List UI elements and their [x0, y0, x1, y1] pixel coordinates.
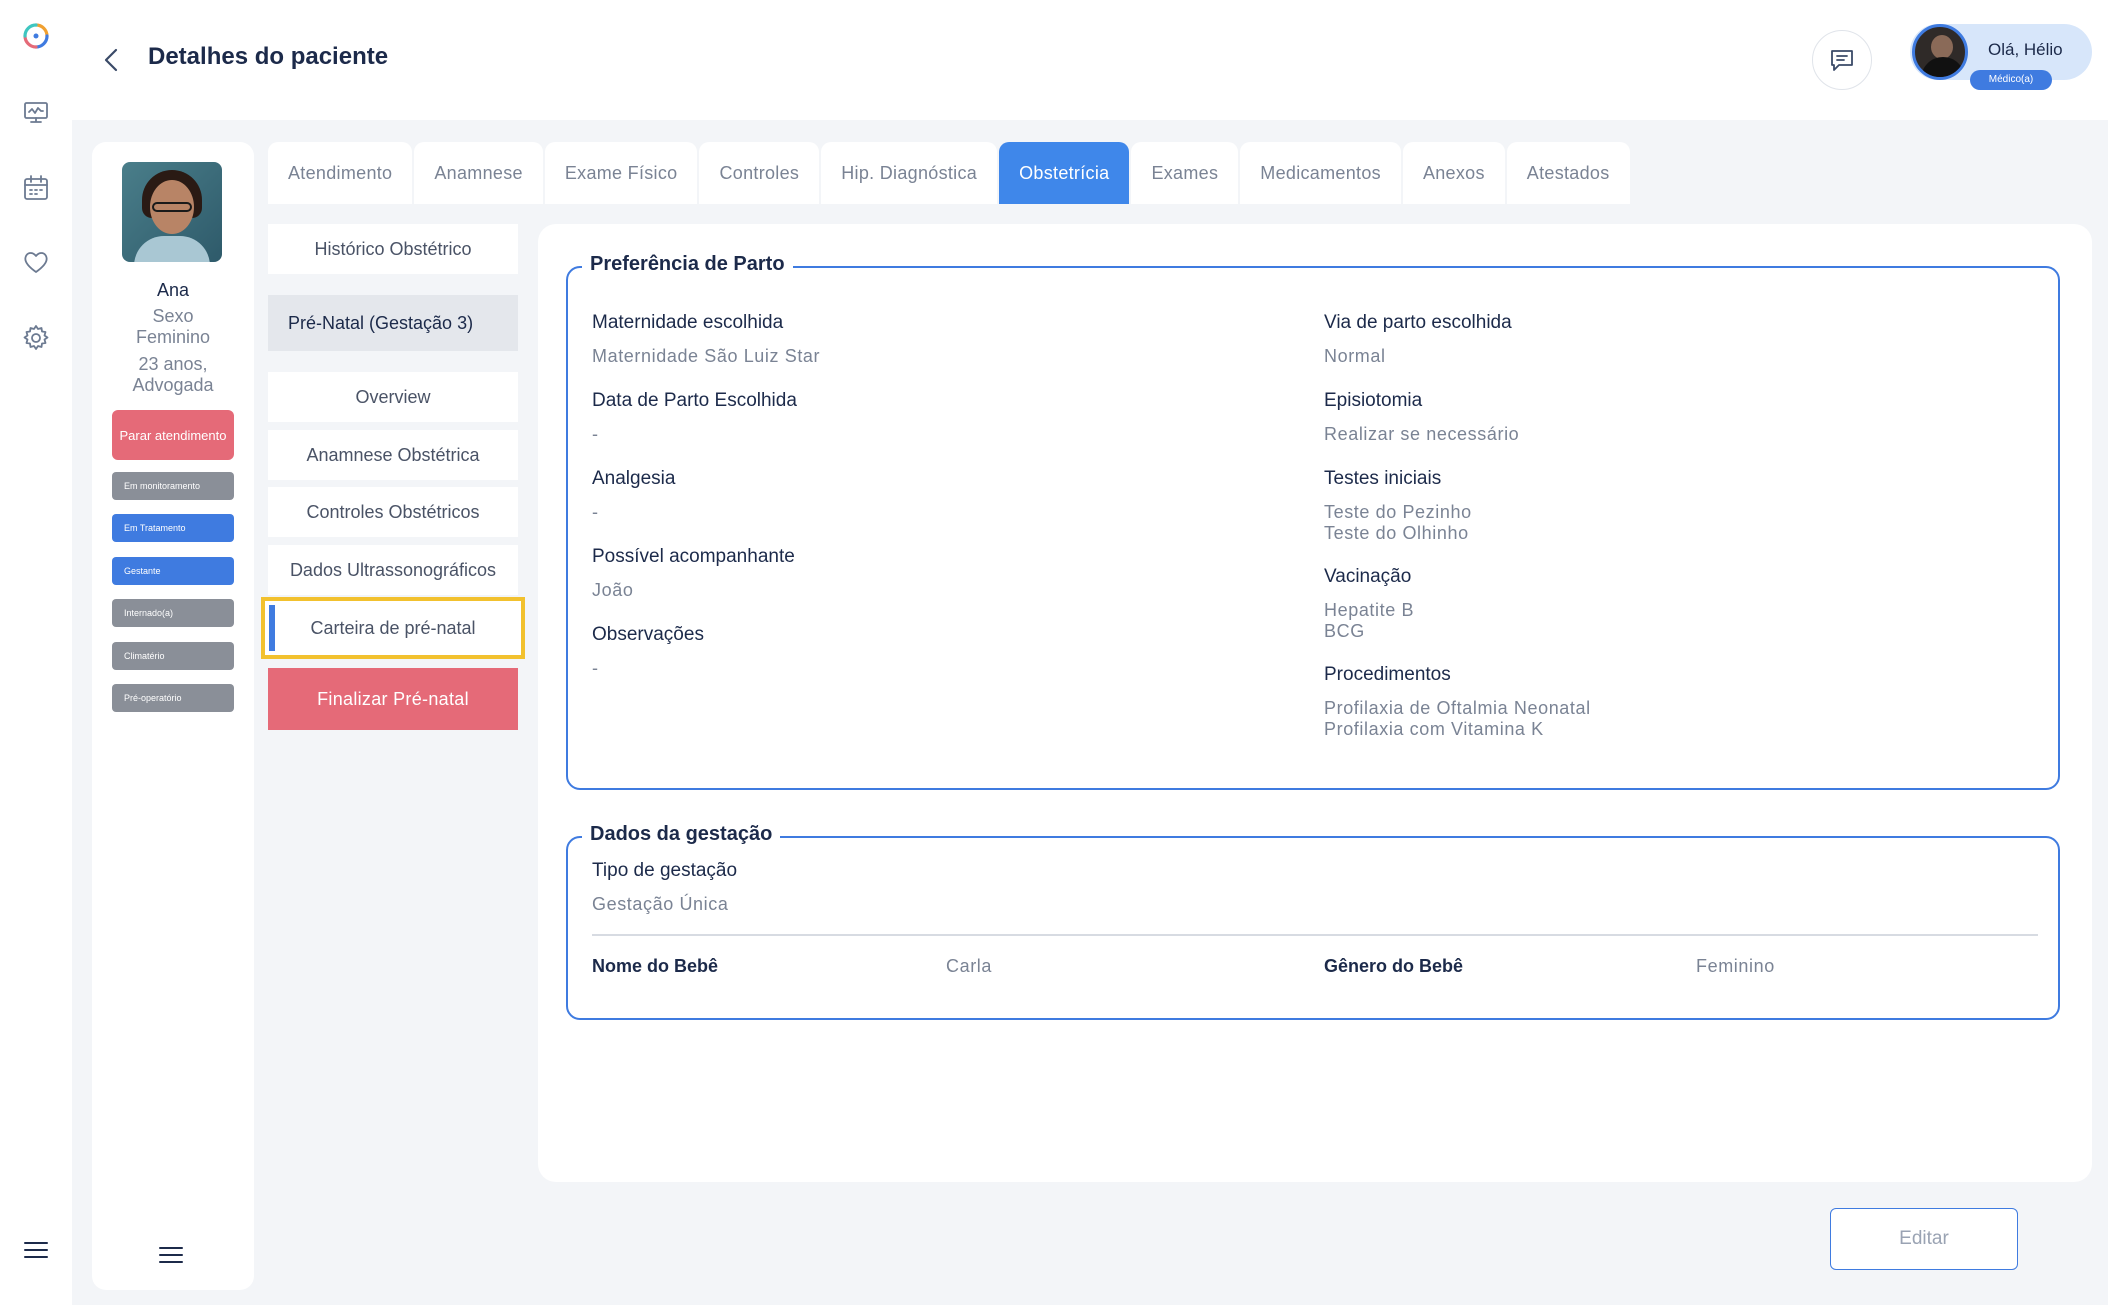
patient-name: Ana: [156, 280, 190, 300]
testes-iniciais-label: Testes iniciais: [1324, 468, 1442, 489]
patient-sex: Feminino: [135, 327, 211, 347]
genero-bebe-value: Feminino: [1696, 956, 1775, 976]
data-parto-label: Data de Parto Escolhida: [592, 390, 797, 411]
vacinacao-label: Vacinação: [1324, 566, 1412, 587]
observacoes-value: -: [592, 658, 599, 678]
tab-exames[interactable]: Exames: [1131, 142, 1239, 204]
heart-icon[interactable]: [20, 246, 52, 278]
submenu-controles-obstetricos[interactable]: Controles Obstétricos: [268, 487, 518, 537]
vacinacao-value-1: Hepatite B: [1324, 600, 1415, 620]
dados-gestacao-section: Dados da gestação Tipo de gestação Gesta…: [566, 823, 2060, 1020]
rail-menu-icon[interactable]: [20, 1234, 52, 1266]
submenu-anamnese-obstetrica[interactable]: Anamnese Obstétrica: [268, 430, 518, 480]
nome-bebe-value: Carla: [946, 956, 993, 976]
chat-icon: [1831, 50, 1853, 71]
tab-obstetricia[interactable]: Obstetrícia: [999, 142, 1130, 204]
finish-prenatal-button[interactable]: Finalizar Pré-natal: [268, 668, 518, 730]
tag-em-monitoramento[interactable]: Em monitoramento: [112, 472, 234, 500]
section-divider: [592, 934, 2038, 936]
preferencia-parto-section: Preferência de Parto Maternidade escolhi…: [566, 253, 2060, 790]
via-parto-value: Normal: [1324, 346, 1386, 366]
tipo-gestacao-label: Tipo de gestação: [592, 860, 738, 881]
data-parto-value: -: [592, 424, 599, 444]
analgesia-value: -: [592, 502, 599, 522]
patient-photo: [122, 162, 222, 262]
monitor-icon[interactable]: [20, 96, 52, 128]
procedimentos-value-2: Profilaxia com Vitamina K: [1324, 719, 1544, 739]
testes-iniciais-value-2: Teste do Olhinho: [1324, 523, 1469, 543]
chat-button[interactable]: [1812, 30, 1872, 90]
tab-atendimento[interactable]: Atendimento: [268, 142, 413, 204]
tag-gestante[interactable]: Gestante: [112, 557, 234, 585]
episiotomia-label: Episiotomia: [1324, 390, 1423, 411]
submenu-historico-obstetrico[interactable]: Histórico Obstétrico: [268, 224, 518, 274]
submenu-carteira-pre-natal[interactable]: Carteira de pré-natal: [261, 597, 525, 659]
tag-em-tratamento[interactable]: Em Tratamento: [112, 514, 234, 542]
main-panel: Preferência de Parto Maternidade escolhi…: [538, 224, 2092, 1182]
patient-age: 23 anos,: [138, 354, 208, 374]
tab-bar: Atendimento Anamnese Exame Físico Contro…: [268, 142, 1632, 204]
patient-card: Ana Sexo Feminino 23 anos, Advogada Para…: [92, 142, 254, 1290]
tab-anexos[interactable]: Anexos: [1402, 142, 1505, 204]
tab-exame-fisico[interactable]: Exame Físico: [544, 142, 698, 204]
via-parto-label: Via de parto escolhida: [1324, 312, 1512, 333]
analgesia-label: Analgesia: [592, 468, 676, 489]
stop-appointment-button[interactable]: Parar atendimento: [112, 410, 234, 460]
submenu-pre-natal[interactable]: Pré-Natal (Gestação 3): [268, 295, 518, 351]
tag-climaterio[interactable]: Climatério: [112, 642, 234, 670]
edit-button[interactable]: Editar: [1830, 1208, 2018, 1270]
content-area: Ana Sexo Feminino 23 anos, Advogada Para…: [72, 120, 2108, 1305]
tag-internado[interactable]: Internado(a): [112, 599, 234, 627]
settings-gear-icon[interactable]: [20, 322, 52, 354]
genero-bebe-label: Gênero do Bebê: [1324, 956, 1464, 976]
maternidade-value: Maternidade São Luiz Star: [592, 346, 821, 366]
nome-bebe-label: Nome do Bebê: [592, 956, 719, 976]
acompanhante-label: Possível acompanhante: [592, 546, 795, 567]
tab-medicamentos[interactable]: Medicamentos: [1240, 142, 1401, 204]
user-greeting: Olá, Hélio: [1988, 40, 2063, 59]
user-avatar[interactable]: [1912, 24, 1968, 80]
back-arrow-icon[interactable]: [96, 44, 128, 76]
patient-profession: Advogada: [132, 375, 214, 395]
episiotomia-value: Realizar se necessário: [1324, 424, 1520, 444]
preferencia-parto-title: Preferência de Parto: [582, 253, 793, 276]
tab-controles[interactable]: Controles: [699, 142, 820, 204]
tag-pre-operatorio[interactable]: Pré-operatório: [112, 684, 234, 712]
patient-sex-label: Sexo: [152, 306, 194, 326]
app-logo-icon[interactable]: [20, 20, 52, 52]
submenu-dados-ultrassonograficos[interactable]: Dados Ultrassonográficos: [268, 545, 518, 595]
observacoes-label: Observações: [592, 624, 704, 645]
calendar-icon[interactable]: [20, 172, 52, 204]
tab-anamnese[interactable]: Anamnese: [414, 142, 543, 204]
user-profile-pill[interactable]: Olá, Hélio Médico(a): [1910, 24, 2092, 90]
left-navigation-rail: [0, 0, 72, 1305]
maternidade-label: Maternidade escolhida: [592, 312, 784, 333]
procedimentos-value-1: Profilaxia de Oftalmia Neonatal: [1324, 698, 1591, 718]
dados-gestacao-title: Dados da gestação: [582, 823, 781, 846]
testes-iniciais-value-1: Teste do Pezinho: [1324, 502, 1472, 522]
procedimentos-label: Procedimentos: [1324, 664, 1451, 685]
page-header: Detalhes do paciente Olá, Hélio Médico(a…: [72, 0, 2108, 120]
vacinacao-value-2: BCG: [1324, 621, 1365, 641]
card-menu-icon[interactable]: [158, 1244, 188, 1268]
page-title: Detalhes do paciente: [148, 43, 389, 70]
user-role-badge: Médico(a): [1970, 70, 2052, 90]
tab-hip-diagnostica[interactable]: Hip. Diagnóstica: [821, 142, 998, 204]
tipo-gestacao-value: Gestação Única: [592, 894, 729, 914]
tab-atestados[interactable]: Atestados: [1506, 142, 1630, 204]
acompanhante-value: João: [592, 580, 634, 600]
submenu-overview[interactable]: Overview: [268, 372, 518, 422]
